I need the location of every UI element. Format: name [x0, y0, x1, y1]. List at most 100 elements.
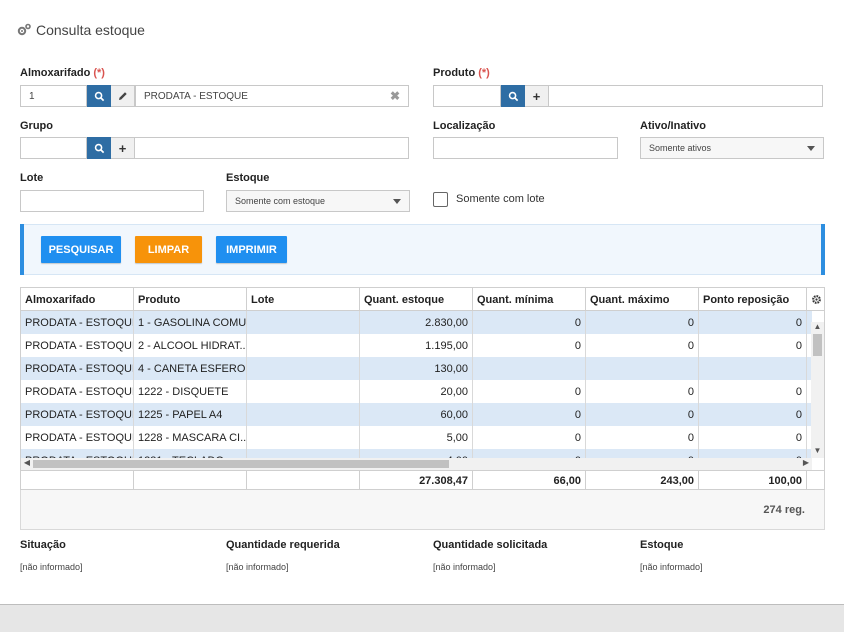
scroll-right-icon[interactable]: ▶ [800, 458, 812, 470]
estoque-info-value: [não informado] [640, 562, 703, 572]
table-cell: 5,00 [360, 426, 473, 449]
table-cell: 2.830,00 [360, 311, 473, 334]
table-cell: 0 [586, 334, 699, 357]
column-header[interactable]: Quant. estoque [360, 288, 473, 311]
imprimir-button[interactable]: IMPRIMIR [216, 236, 287, 263]
table-cell: 0 [699, 426, 807, 449]
quantidade-solicitada-label: Quantidade solicitada [433, 539, 548, 551]
total-cell [21, 471, 134, 489]
almoxarifado-description-field[interactable]: PRODATA - ESTOQUE ✖ [135, 85, 409, 107]
table-cell: 0 [586, 311, 699, 334]
column-header[interactable]: Lote [247, 288, 360, 311]
table-cell: 1225 - PAPEL A4 [134, 403, 247, 426]
table-cell: 4 - CANETA ESFERO... [134, 357, 247, 380]
page-title: Consulta estoque [16, 22, 145, 38]
table-cell [699, 357, 807, 380]
table-cell: PRODATA - ESTOQUE [21, 334, 134, 357]
table-cell: 0 [473, 380, 586, 403]
grupo-code-input[interactable] [20, 137, 87, 159]
situacao-value: [não informado] [20, 562, 83, 572]
table-row[interactable]: PRODATA - ESTOQUE 1 - GASOLINA COMU... 2.8… [21, 311, 812, 334]
vertical-scrollbar[interactable]: ▲ ▼ [811, 322, 824, 458]
grupo-description-field[interactable] [134, 137, 409, 159]
vertical-scroll-thumb[interactable] [813, 334, 822, 356]
situacao-label: Situação [20, 539, 66, 551]
table-cell: 0 [586, 426, 699, 449]
localizacao-label: Localização [433, 120, 496, 132]
table-cell [586, 357, 699, 380]
almoxarifado-code-input[interactable]: 1 [20, 85, 87, 107]
horizontal-scroll-thumb[interactable] [33, 460, 449, 468]
somente-lote-checkbox[interactable] [433, 192, 448, 207]
search-icon [94, 91, 104, 101]
quantidade-requerida-label: Quantidade requerida [226, 539, 340, 551]
grupo-search-button[interactable] [87, 137, 111, 159]
gear-icon [812, 295, 821, 304]
scroll-up-icon[interactable]: ▲ [811, 322, 824, 334]
table-cell [247, 403, 360, 426]
almoxarifado-search-button[interactable] [87, 85, 111, 107]
table-row[interactable]: PRODATA - ESTOQUE 1228 - MASCARA CI... 5,0… [21, 426, 812, 449]
localizacao-input[interactable] [433, 137, 618, 159]
scroll-left-icon[interactable]: ◀ [21, 458, 33, 470]
produto-label: Produto (*) [433, 67, 490, 79]
table-cell: 0 [586, 403, 699, 426]
table-cell: 0 [473, 426, 586, 449]
table-cell: PRODATA - ESTOQUE [21, 403, 134, 426]
table-cell: 0 [473, 334, 586, 357]
column-header[interactable]: Almoxarifado [21, 288, 134, 311]
column-header[interactable]: Ponto reposição [699, 288, 807, 311]
almoxarifado-label: Almoxarifado (*) [20, 67, 105, 79]
grid-totals-row: 27.308,47 66,00 243,00 100,00 [21, 470, 824, 489]
column-header[interactable]: Quant. máximo [586, 288, 699, 311]
ativo-inativo-label: Ativo/Inativo [640, 120, 707, 132]
horizontal-scrollbar[interactable]: ◀ ▶ [21, 458, 812, 470]
table-row[interactable]: PRODATA - ESTOQUE 1222 - DISQUETE 20,00 0 0 0 [21, 380, 812, 403]
estoque-info-label: Estoque [640, 539, 684, 551]
estoque-select[interactable]: Somente com estoque [226, 190, 410, 212]
total-quant-minima: 66,00 [473, 471, 586, 489]
grupo-label: Grupo [20, 120, 53, 132]
table-cell: 0 [586, 380, 699, 403]
pesquisar-button[interactable]: PESQUISAR [41, 236, 121, 263]
table-cell: 0 [473, 403, 586, 426]
grid-header: Almoxarifado Produto Lote Quant. estoque… [21, 288, 824, 311]
produto-search-button[interactable] [501, 85, 525, 107]
lote-input[interactable] [20, 190, 204, 212]
clear-icon[interactable]: ✖ [390, 89, 400, 103]
total-quant-estoque: 27.308,47 [360, 471, 473, 489]
table-cell: 1228 - MASCARA CI... [134, 426, 247, 449]
table-row[interactable]: PRODATA - ESTOQUE 2 - ALCOOL HIDRAT... 1.1… [21, 334, 812, 357]
table-cell: 130,00 [360, 357, 473, 380]
total-cell [247, 471, 360, 489]
stock-grid: Almoxarifado Produto Lote Quant. estoque… [20, 287, 825, 490]
almoxarifado-edit-button[interactable] [111, 85, 135, 107]
table-cell: 60,00 [360, 403, 473, 426]
produto-add-button[interactable]: + [525, 85, 549, 107]
action-bar-edge-right [821, 224, 825, 275]
search-icon [508, 91, 518, 101]
plus-icon: + [118, 140, 127, 156]
action-bar-edge-left [20, 224, 24, 275]
pencil-icon [118, 92, 127, 100]
grupo-add-button[interactable]: + [111, 137, 135, 159]
produto-code-input[interactable] [433, 85, 501, 107]
table-row[interactable]: PRODATA - ESTOQUE 1225 - PAPEL A4 60,00 0 0 0 [21, 403, 812, 426]
ativo-inativo-select[interactable]: Somente ativos [640, 137, 824, 159]
produto-description-field[interactable] [548, 85, 823, 107]
column-header[interactable]: Quant. mínima [473, 288, 586, 311]
chevron-down-icon [807, 145, 815, 151]
estoque-label: Estoque [226, 172, 270, 184]
table-cell: 0 [699, 334, 807, 357]
table-cell: 1 - GASOLINA COMU... [134, 311, 247, 334]
grid-settings-button[interactable] [807, 288, 824, 311]
table-row[interactable]: PRODATA - ESTOQUE 4 - CANETA ESFERO... 130… [21, 357, 812, 380]
scroll-down-icon[interactable]: ▼ [811, 446, 824, 458]
table-cell [247, 357, 360, 380]
table-cell: 1222 - DISQUETE [134, 380, 247, 403]
limpar-button[interactable]: LIMPAR [135, 236, 202, 263]
record-count: 274 reg. [763, 503, 805, 516]
column-header[interactable]: Produto [134, 288, 247, 311]
table-cell: 1.195,00 [360, 334, 473, 357]
table-cell [247, 380, 360, 403]
